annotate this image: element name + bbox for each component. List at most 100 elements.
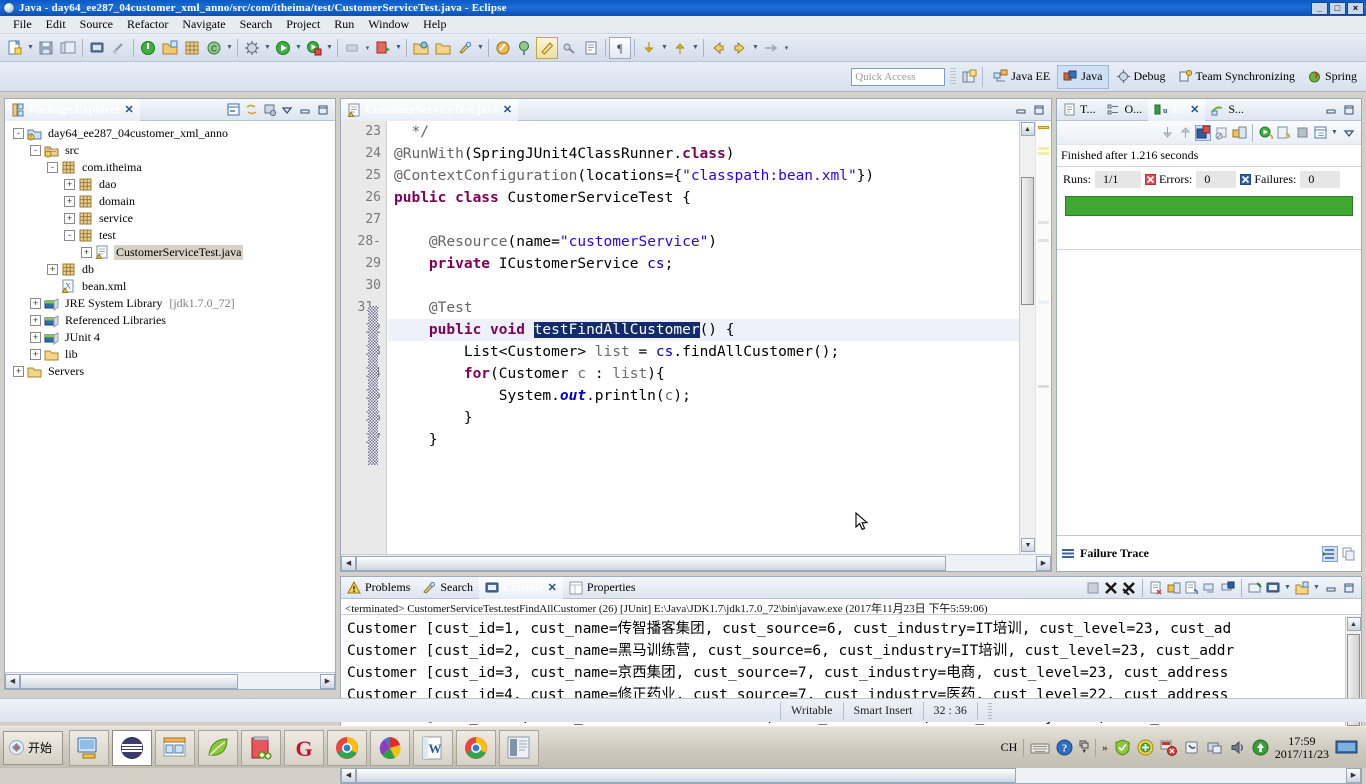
taskbar-file-explorer[interactable] [155,729,195,766]
previous-annotation-icon[interactable] [341,37,363,59]
show-desktop-icon[interactable] [1335,740,1359,755]
pin-editor-icon[interactable] [514,37,536,59]
taskbar-chrome-2[interactable] [456,729,496,766]
previous-failure-icon[interactable] [1177,125,1193,141]
shield-green-icon[interactable] [1114,739,1131,756]
code-line[interactable] [388,275,1019,297]
tab-customerservicetest-java[interactable]: CustomerServiceTest.java ✕ [341,98,519,121]
tree-item[interactable]: + JRE System Library [jdk1.7.0_72] [5,295,335,312]
run-last-tool-icon[interactable] [137,37,159,59]
previous-member-icon[interactable] [669,37,691,59]
tab-outline[interactable]: O... [1101,99,1148,121]
minimize-button[interactable]: _ [1311,1,1328,15]
menu-edit[interactable]: Edit [39,16,73,33]
copy-stacktrace-icon[interactable] [1341,546,1357,562]
minimize-view-icon[interactable] [1323,580,1339,596]
open-console-icon[interactable] [1294,580,1310,596]
start-button[interactable]: 开始 [3,730,63,765]
collapse-toggle-icon[interactable]: - [30,145,41,156]
debug-dropdown-icon[interactable]: ▼ [263,37,272,59]
expand-toggle-icon[interactable]: + [13,366,24,377]
word-wrap-icon[interactable] [1184,580,1200,596]
taskbar-notepadpp[interactable] [241,729,281,766]
run-icon[interactable] [272,37,294,59]
ime-indicator[interactable]: CH [1001,740,1018,755]
taskbar-chrome[interactable] [327,729,367,766]
open-type-icon[interactable] [410,37,432,59]
perspective-debug[interactable]: Debug [1111,65,1171,89]
menu-project[interactable]: Project [279,16,327,33]
maximize-view-icon[interactable] [1341,102,1357,118]
menu-refactor[interactable]: Refactor [120,16,175,33]
show-stacktrace-filter-icon[interactable] [1322,545,1338,562]
test-run-history-icon[interactable] [1312,125,1328,141]
view-menu-icon[interactable] [1341,125,1357,141]
tab-problems[interactable]: Problems [341,577,416,599]
rerun-failed-icon[interactable] [1276,125,1292,141]
network-icon[interactable] [1206,739,1223,756]
scroll-right-icon[interactable]: ▶ [320,673,335,689]
tab-package-explorer[interactable]: Package Explorer ✕ [5,98,140,121]
code-line[interactable]: public void testFindAllCustomer() { [388,319,1019,341]
minimize-editor-icon[interactable] [1013,102,1029,118]
tree-item[interactable]: + dao [5,176,335,193]
tree-item[interactable]: + JUnit 4 [5,329,335,346]
taskbar-clock[interactable]: 17:59 2017/11/23 [1275,734,1329,761]
code-line[interactable]: @ContextConfiguration(locations={"classp… [388,165,1019,187]
pin-console-icon[interactable] [1247,580,1263,596]
code-line[interactable]: @Test [388,297,1019,319]
forward-dropdown-icon[interactable]: ▼ [751,37,760,59]
menu-search[interactable]: Search [233,16,280,33]
keyboard-icon[interactable] [1030,740,1050,756]
maximize-button[interactable]: □ [1329,1,1346,15]
perspective-drag-handle[interactable] [950,67,957,86]
history-dropdown-icon[interactable]: ▾ [782,37,791,59]
tree-item[interactable]: + lib [5,346,335,363]
print-icon[interactable] [86,37,108,59]
menu-run[interactable]: Run [327,16,361,33]
code-line[interactable]: @Resource(name="customerService") [388,231,1019,253]
taskbar-remote-desktop[interactable] [69,729,109,766]
terminate-icon[interactable] [1103,580,1119,596]
close-icon[interactable]: ✕ [1190,103,1199,116]
expand-toggle-icon[interactable]: + [64,213,75,224]
console-select-dropdown-icon[interactable]: ▼ [1283,577,1292,599]
expand-toggle-icon[interactable]: + [30,315,41,326]
next-member-dropdown-icon[interactable]: ▼ [660,37,669,59]
open-console-icon[interactable] [580,37,602,59]
save-icon[interactable] [35,37,57,59]
quick-access-input[interactable]: Quick Access [851,67,946,86]
code-line[interactable]: */ [388,121,1019,143]
code-line[interactable]: List<Customer> list = cs.findAllCustomer… [388,341,1019,363]
scroll-lock-icon[interactable] [1166,580,1182,596]
project-tree[interactable]: -! day64_ee287_04customer_xml_anno - src - co… [5,121,335,671]
new-java-project-icon[interactable] [159,37,181,59]
minimize-view-icon[interactable] [1323,102,1339,118]
tab-console[interactable]: Console ✕ [479,576,563,599]
perspective-spring[interactable]: Spring [1302,65,1362,89]
link-with-editor-icon[interactable] [243,102,259,118]
external-tools-dropdown-icon[interactable]: ▼ [325,37,334,59]
history-dropdown-icon[interactable]: ▼ [1330,122,1339,144]
tree-item[interactable]: - src [5,142,335,159]
collapse-toggle-icon[interactable]: - [64,230,75,241]
collapse-toggle-icon[interactable]: - [13,128,24,139]
clear-console-icon[interactable] [1085,580,1101,596]
tree-item[interactable]: - com.itheima [5,159,335,176]
close-icon[interactable]: ✕ [503,103,512,116]
perspective-java-ee[interactable]: Java EE [988,65,1055,89]
close-icon[interactable]: ✕ [548,581,557,594]
new-icon[interactable] [4,37,26,59]
scroll-down-icon[interactable]: ▼ [1021,538,1035,552]
scroll-up-icon[interactable]: ▲ [1346,617,1361,631]
editor-body[interactable]: 23 24 25 26 27 28- 29 30 31-323334353637 */@RunW… [341,121,1051,571]
code-area[interactable]: */@RunWith(SpringJUnit4ClassRunner.class… [388,121,1019,554]
tab-junit[interactable]: u J... ✕ [1148,98,1206,121]
open-console-dropdown-icon[interactable]: ▼ [1312,577,1321,599]
status-resize-handle[interactable] [987,702,992,719]
expand-toggle-icon[interactable]: + [64,196,75,207]
tree-item[interactable]: + Referenced Libraries [5,312,335,329]
remove-all-terminated-icon[interactable] [1121,580,1137,596]
scroll-right-icon[interactable]: ▶ [1346,767,1361,783]
tree-item[interactable]: -! day64_ee287_04customer_xml_anno [5,125,335,142]
